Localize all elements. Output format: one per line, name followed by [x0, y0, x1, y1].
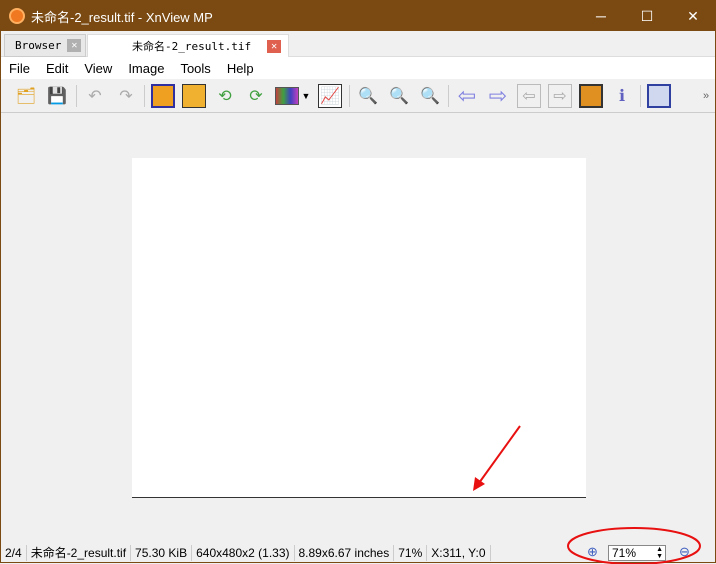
annotation-overlay: [473, 425, 701, 564]
zoom-field[interactable]: 71% ▲ ▼: [608, 545, 666, 561]
status-filename: 未命名-2_result.tif: [27, 544, 132, 561]
annotation-arrow: [478, 425, 521, 484]
status-dimensions: 640x480x2 (1.33): [192, 544, 295, 561]
annotation-arrowhead: [473, 477, 485, 491]
zoom-spinner[interactable]: ▲ ▼: [656, 546, 663, 560]
zoom-value: 71%: [612, 546, 637, 560]
status-zoom: 71%: [394, 544, 428, 561]
status-coords: X:311, Y:0: [427, 544, 491, 561]
zoom-out-icon[interactable]: ⊖: [679, 544, 690, 560]
status-index: 2/4: [1, 544, 27, 561]
status-filesize: 75.30 KiB: [131, 544, 193, 561]
status-print-size: 8.89x6.67 inches: [295, 544, 395, 561]
zoom-in-icon[interactable]: ⊕: [587, 544, 598, 560]
